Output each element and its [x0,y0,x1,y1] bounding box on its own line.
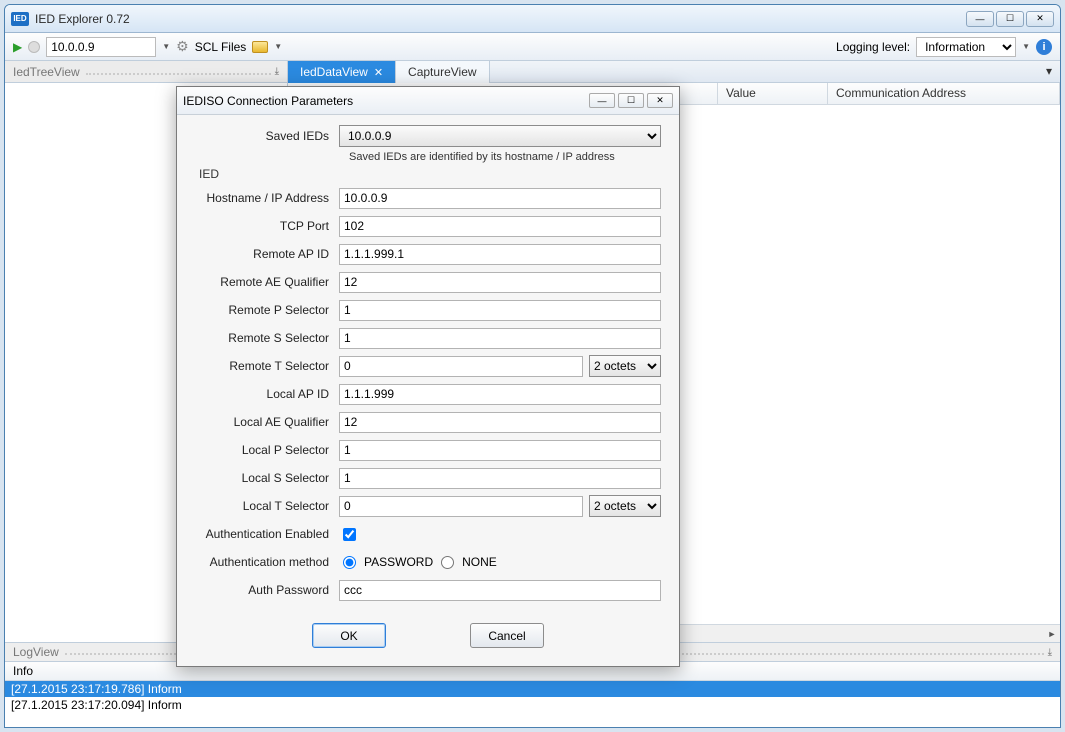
dialog-minimize-button[interactable]: — [589,93,615,108]
gear-icon[interactable]: ⚙ [176,38,189,55]
info-icon[interactable]: i [1036,39,1052,55]
dialog-titlebar: IED ISO Connection Parameters — ☐ ✕ [177,87,679,115]
tree-panel-label: IedTreeView⤓ [5,61,288,82]
col-comm[interactable]: Communication Address [828,83,1060,104]
remote-t-selector-input[interactable] [339,356,583,377]
remote-s-selector-input[interactable] [339,328,661,349]
dialog-close-button[interactable]: ✕ [647,93,673,108]
iso-connection-dialog: IED ISO Connection Parameters — ☐ ✕ Save… [176,86,680,667]
close-tab-icon[interactable]: ✕ [374,66,383,79]
col-value[interactable]: Value [718,83,828,104]
local-t-octets-select[interactable]: 2 octets [589,495,661,517]
remote-t-selector-label: Remote T Selector [195,359,339,373]
local-t-selector-label: Local T Selector [195,499,339,513]
remote-ap-id-input[interactable] [339,244,661,265]
remote-ae-qualifier-input[interactable] [339,272,661,293]
local-t-selector-input[interactable] [339,496,583,517]
local-ae-qualifier-label: Local AE Qualifier [195,415,339,429]
logging-level-label: Logging level: [836,40,910,54]
titlebar: IED IED Explorer 0.72 — ☐ ✕ [5,5,1060,33]
auth-method-label: Authentication method [195,555,339,569]
auth-method-password-radio[interactable] [343,556,356,569]
local-ap-id-input[interactable] [339,384,661,405]
remote-ae-qualifier-label: Remote AE Qualifier [195,275,339,289]
log-body: [27.1.2015 23:17:19.786] Inform [27.1.20… [5,681,1060,727]
window-close-button[interactable]: ✕ [1026,11,1054,27]
window-maximize-button[interactable]: ☐ [996,11,1024,27]
local-p-selector-input[interactable] [339,440,661,461]
app-title: IED Explorer 0.72 [35,12,130,26]
auth-method-none-radio[interactable] [441,556,454,569]
tcp-port-label: TCP Port [195,219,339,233]
hostname-input[interactable] [339,188,661,209]
auth-password-input[interactable] [339,580,661,601]
local-s-selector-label: Local S Selector [195,471,339,485]
tabbar: IedTreeView⤓ IedDataView✕ CaptureView ▾ [5,61,1060,83]
ok-button[interactable]: OK [312,623,386,648]
tcp-port-input[interactable] [339,216,661,237]
remote-t-octets-select[interactable]: 2 octets [589,355,661,377]
scl-dropdown-icon[interactable]: ▼ [274,42,282,51]
local-ae-qualifier-input[interactable] [339,412,661,433]
local-p-selector-label: Local P Selector [195,443,339,457]
ied-group-label: IED [199,167,661,181]
dialog-maximize-button[interactable]: ☐ [618,93,644,108]
log-row[interactable]: [27.1.2015 23:17:19.786] Inform [5,681,1060,697]
cancel-button[interactable]: Cancel [470,623,544,648]
dialog-icon: IED [183,94,203,108]
pin-icon[interactable]: ⤓ [1048,647,1052,658]
log-row[interactable]: [27.1.2015 23:17:20.094] Inform [5,697,1060,713]
folder-icon[interactable] [252,41,268,53]
ip-input[interactable] [46,37,156,57]
auth-enabled-label: Authentication Enabled [195,527,339,541]
ip-dropdown-icon[interactable]: ▼ [162,42,170,51]
logging-level-select[interactable]: Information [916,37,1016,57]
record-icon[interactable] [28,41,40,53]
auth-method-none-label: NONE [462,555,497,569]
auth-password-label: Auth Password [195,583,339,597]
saved-ieds-label: Saved IEDs [195,129,339,143]
remote-s-selector-label: Remote S Selector [195,331,339,345]
pin-icon[interactable]: ⤓ [275,66,279,77]
app-icon: IED [11,12,29,26]
remote-ap-id-label: Remote AP ID [195,247,339,261]
local-s-selector-input[interactable] [339,468,661,489]
saved-ieds-select[interactable]: 10.0.0.9 [339,125,661,147]
tab-captureview[interactable]: CaptureView [396,61,489,83]
logging-dropdown-icon[interactable]: ▼ [1022,42,1030,51]
remote-p-selector-input[interactable] [339,300,661,321]
local-ap-id-label: Local AP ID [195,387,339,401]
tab-ieddataview[interactable]: IedDataView✕ [288,61,396,83]
saved-ieds-hint: Saved IEDs are identified by its hostnam… [349,151,661,163]
hostname-label: Hostname / IP Address [195,191,339,205]
run-icon[interactable]: ▶ [13,40,22,54]
auth-enabled-checkbox[interactable] [343,528,356,541]
tab-overflow-icon[interactable]: ▾ [1038,61,1060,82]
scl-files-label: SCL Files [195,40,247,54]
remote-p-selector-label: Remote P Selector [195,303,339,317]
auth-method-password-label: PASSWORD [364,555,433,569]
window-minimize-button[interactable]: — [966,11,994,27]
dialog-title: ISO Connection Parameters [203,94,353,108]
toolbar: ▶ ▼ ⚙ SCL Files ▼ Logging level: Informa… [5,33,1060,61]
